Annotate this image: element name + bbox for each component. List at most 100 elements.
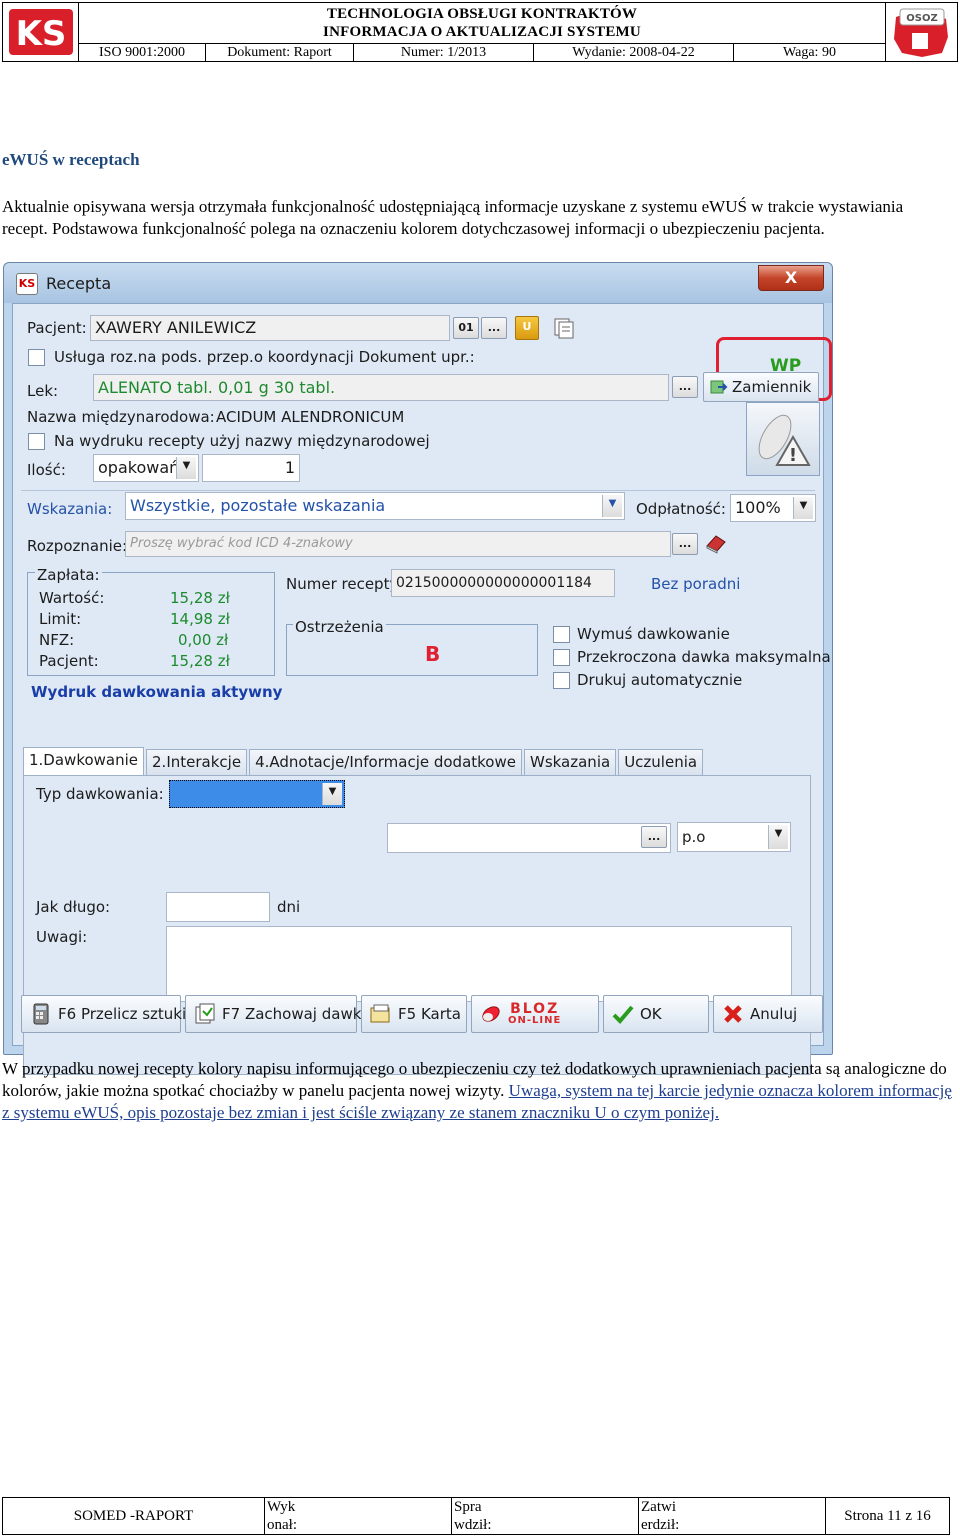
- documents-icon[interactable]: [551, 317, 577, 339]
- app-icon: KS: [16, 273, 38, 295]
- karta-button[interactable]: F5 Karta: [361, 995, 467, 1033]
- bez-poradni: Bez poradni: [651, 575, 741, 593]
- insurance-u-button[interactable]: U: [515, 316, 539, 340]
- chevron-down-icon: ▼: [602, 495, 622, 517]
- numer-recepty-field[interactable]: 0215000000000000001184: [391, 569, 615, 597]
- przekroczona-checkbox[interactable]: [553, 649, 570, 666]
- nazwa-label: Nazwa międzynarodowa:: [27, 408, 215, 426]
- tab-wskazania[interactable]: Wskazania: [523, 749, 617, 775]
- meta-weight: Waga: 90: [783, 45, 836, 60]
- patient-card-icon[interactable]: 01: [453, 317, 479, 339]
- uwagi-label: Uwagi:: [36, 928, 88, 946]
- typ-dawkowania-label: Typ dawkowania:: [36, 785, 164, 803]
- footer-zatwierdzil: Zatwi erdził:: [639, 1498, 826, 1534]
- copy-dose-icon: [194, 1002, 216, 1024]
- chevron-down-icon: ▼: [793, 497, 813, 519]
- eraser-icon[interactable]: [703, 532, 729, 554]
- odplatnosc-select[interactable]: 100% ▼: [730, 494, 816, 522]
- paragraph-intro: Aktualnie opisywana wersja otrzymała fun…: [2, 197, 904, 238]
- footer-sprawdzil: Spra wdził:: [452, 1498, 639, 1534]
- meta-number: Numer: 1/2013: [354, 44, 534, 61]
- lek-label: Lek:: [27, 382, 59, 400]
- zaplata-title: Zapłata:: [35, 566, 102, 584]
- dni-label: dni: [277, 898, 301, 916]
- svg-text:KS: KS: [16, 14, 67, 54]
- separator: [21, 490, 815, 491]
- patient-select-button[interactable]: ...: [481, 317, 507, 339]
- footer-wykonal: Wyk onał:: [265, 1498, 452, 1534]
- footer-document: SOMED -RAPORT: [3, 1498, 265, 1534]
- jak-dlugo-input[interactable]: [166, 892, 270, 922]
- tab-uczulenia[interactable]: Uczulenia: [618, 749, 704, 775]
- svg-text:!: !: [789, 445, 797, 466]
- zaplata-limit-value: 14,98 zł: [170, 610, 230, 628]
- numer-label: Numer recepty:: [286, 575, 403, 593]
- wymus-label: Wymuś dawkowanie: [577, 625, 730, 643]
- zachowaj-dawk-button[interactable]: F7 Zachowaj dawk.: [185, 995, 366, 1033]
- pacjent-field[interactable]: XAWERY ANILEWICZ: [90, 315, 450, 341]
- zamiennik-button[interactable]: Zamiennik: [703, 372, 819, 402]
- tab-dawkowanie[interactable]: 1.Dawkowanie: [23, 747, 145, 775]
- pill-icon: [480, 1002, 502, 1024]
- drukuj-label: Drukuj automatycznie: [577, 671, 743, 689]
- usluga-checkbox[interactable]: [28, 349, 45, 366]
- bloz-online-button[interactable]: BLOZ ON-LINE: [471, 995, 599, 1033]
- window-client: Pacjent: XAWERY ANILEWICZ 01 ... U WP Us…: [12, 303, 832, 1075]
- zaplata-nfz-label: NFZ:: [39, 631, 75, 649]
- meta-edition: Wydanie: 2008-04-22: [534, 44, 734, 61]
- rozpoznanie-label: Rozpoznanie:: [27, 537, 128, 555]
- header-title: TECHNOLOGIA OBSŁUGI KONTRAKTÓW: [326, 6, 638, 22]
- substitute-icon: [710, 377, 728, 395]
- pacjent-label: Pacjent:: [27, 319, 87, 337]
- anuluj-button[interactable]: Anuluj: [713, 995, 823, 1033]
- section-title: eWUŚ w receptach: [2, 150, 140, 169]
- header-meta: ISO 9001:2000 Dokument: Raport Numer: 1/…: [79, 43, 885, 61]
- wymus-checkbox[interactable]: [553, 626, 570, 643]
- chevron-down-icon: ▼: [322, 783, 342, 805]
- document-header: KS TECHNOLOGIA OBSŁUGI KONTRAKTÓW INFORM…: [2, 2, 958, 62]
- uwagi-textarea[interactable]: [166, 926, 792, 1002]
- ilosc-unit-select[interactable]: opakowań ▼: [93, 454, 199, 482]
- lek-select-button[interactable]: ...: [672, 376, 698, 398]
- przelicz-button[interactable]: F6 Przelicz sztuki: [21, 995, 186, 1033]
- wskazania-label: Wskazania:: [27, 500, 113, 518]
- przekroczona-label: Przekroczona dawka maksymalna: [577, 648, 831, 666]
- chevron-down-icon: ▼: [768, 825, 788, 849]
- ilosc-label: Ilość:: [27, 461, 66, 479]
- na-wydruku-label: Na wydruku recepty użyj nazwy międzynaro…: [54, 432, 430, 450]
- ostrzezenia-title: Ostrzeżenia: [293, 618, 386, 636]
- na-wydruku-checkbox[interactable]: [28, 433, 45, 450]
- zaplata-wartosc-value: 15,28 zł: [170, 589, 230, 607]
- rozpoznanie-select-button[interactable]: ...: [672, 533, 698, 555]
- typ-dawkowania-select[interactable]: ▼: [169, 780, 345, 808]
- drug-warning-icon[interactable]: !: [746, 402, 820, 476]
- tab-bar: 1.Dawkowanie 2.Interakcje 4.Adnotacje/In…: [23, 747, 705, 775]
- droga-podania-select[interactable]: p.o ▼: [677, 822, 791, 852]
- close-button[interactable]: X: [758, 265, 824, 291]
- recepta-window: KS Recepta X Pacjent: XAWERY ANILEWICZ 0…: [3, 262, 833, 1075]
- svg-text:OSOZ: OSOZ: [906, 13, 937, 24]
- calculator-icon: [30, 1002, 52, 1025]
- tab-interakcje[interactable]: 2.Interakcje: [146, 749, 248, 775]
- dawkowanie-select-button[interactable]: ...: [641, 826, 667, 848]
- meta-document: Dokument: Raport: [206, 44, 354, 61]
- rozpoznanie-input[interactable]: Proszę wybrać kod ICD 4-znakowy: [125, 531, 671, 557]
- ilosc-input[interactable]: 1: [202, 454, 300, 482]
- meta-iso: ISO 9001:2000: [79, 44, 206, 61]
- dawkowanie-text-input[interactable]: [387, 823, 671, 853]
- lek-field[interactable]: ALENATO tabl. 0,01 g 30 tabl.: [93, 374, 669, 401]
- zaplata-nfz-value: 0,00 zł: [178, 631, 229, 649]
- odplatnosc-label: Odpłatność:: [636, 500, 726, 518]
- tab-adnotacje[interactable]: 4.Adnotacje/Informacje dodatkowe: [249, 749, 522, 775]
- wskazania-select[interactable]: Wszystkie, pozostałe wskazania ▼: [125, 492, 625, 520]
- chevron-down-icon: ▼: [176, 457, 196, 479]
- nazwa-value: ACIDUM ALENDRONICUM: [216, 408, 405, 426]
- checkmark-icon: [612, 1002, 634, 1024]
- drukuj-checkbox[interactable]: [553, 672, 570, 689]
- jak-dlugo-label: Jak długo:: [36, 898, 111, 916]
- company-logo: KS: [3, 3, 79, 61]
- function-button-bar: F6 Przelicz sztuki F7 Zachowaj dawk. F5 …: [21, 995, 823, 1035]
- ok-button[interactable]: OK: [603, 995, 709, 1033]
- window-titlebar[interactable]: KS Recepta X: [4, 263, 832, 303]
- window-title: Recepta: [46, 274, 112, 293]
